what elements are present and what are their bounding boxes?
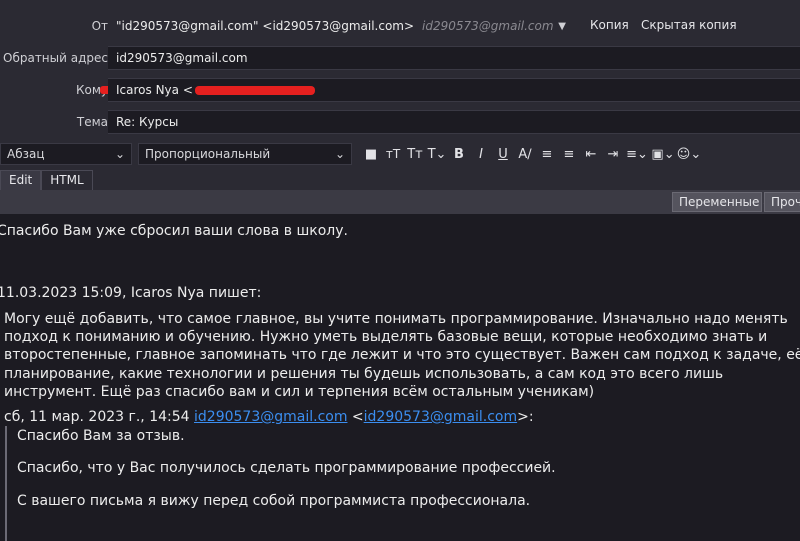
to-field[interactable]: Icaros Nya < bbox=[108, 78, 800, 102]
variables-strip: Переменные ⌄ Проче bbox=[0, 190, 800, 214]
underline-icon[interactable]: U bbox=[492, 143, 514, 165]
bold-icon[interactable]: B bbox=[448, 143, 470, 165]
text-color-icon[interactable]: ■ bbox=[360, 143, 382, 165]
subject-value: Re: Курсы bbox=[116, 115, 179, 129]
subject-row: Тема Re: Курсы bbox=[0, 108, 800, 136]
chevron-down-icon: ⌄ bbox=[114, 147, 125, 161]
from-select[interactable]: "id290573@gmail.com" <id290573@gmail.com… bbox=[108, 14, 572, 38]
format-toolbar: Абзац ⌄ Пропорциональный ⌄ ■ тТ Тт Т⌄ B … bbox=[0, 140, 800, 168]
quote-line: подход к пониманию и обучению. Нужно уме… bbox=[4, 329, 768, 345]
other-button[interactable]: Проче bbox=[764, 192, 800, 212]
reply-to-row: Обратный адрес id290573@gmail.com bbox=[0, 44, 800, 72]
subject-field[interactable]: Re: Курсы bbox=[108, 110, 800, 134]
inner-quote-header: сб, 11 мар. 2023 г., 14:54 id290573@gmai… bbox=[4, 408, 534, 427]
reply-line: Спасибо Вам уже сбросил ваши слова в шко… bbox=[0, 223, 348, 239]
inner-suffix: >: bbox=[517, 409, 534, 425]
paragraph-select[interactable]: Абзац ⌄ bbox=[0, 143, 132, 165]
variables-button[interactable]: Переменные ⌄ bbox=[672, 192, 771, 212]
email-link[interactable]: id290573@gmail.com bbox=[364, 409, 517, 425]
quote-line: второстепенные, главное запоминать что г… bbox=[4, 347, 800, 363]
other-label: Проче bbox=[771, 195, 800, 209]
cc-button[interactable]: Копия bbox=[590, 18, 629, 32]
reply-to-value: id290573@gmail.com bbox=[116, 51, 248, 65]
chevron-down-icon: ⌄ bbox=[334, 147, 345, 161]
emoji-icon[interactable]: ☺⌄ bbox=[676, 143, 702, 165]
redacted-email bbox=[194, 85, 315, 95]
to-value: Icaros Nya < bbox=[116, 83, 193, 97]
quote-bar bbox=[5, 426, 7, 541]
from-label: От bbox=[91, 19, 108, 33]
editor-tabs: Edit HTML bbox=[0, 170, 93, 190]
chevron-down-icon: ▼ bbox=[558, 20, 566, 32]
inner-line: Спасибо, что у Вас получилось сделать пр… bbox=[17, 460, 556, 476]
subject-label: Тема bbox=[76, 115, 108, 129]
font-select-label: Пропорциональный bbox=[145, 147, 271, 161]
reply-to-field[interactable]: id290573@gmail.com bbox=[108, 46, 800, 70]
paragraph-select-label: Абзац bbox=[7, 147, 45, 161]
font-smaller-icon[interactable]: тТ bbox=[382, 143, 404, 165]
variables-label: Переменные bbox=[679, 195, 760, 209]
text-style-icon[interactable]: Т⌄ bbox=[426, 143, 448, 165]
from-row: От "id290573@gmail.com" <id290573@gmail.… bbox=[0, 12, 800, 40]
quote-header: 11.03.2023 15:09, Icaros Nya пишет: bbox=[0, 285, 262, 301]
numbered-list-icon[interactable]: ≡ bbox=[558, 143, 580, 165]
inner-header-prefix: сб, 11 мар. 2023 г., 14:54 bbox=[4, 409, 195, 425]
italic-icon[interactable]: I bbox=[470, 143, 492, 165]
font-larger-icon[interactable]: Тт bbox=[404, 143, 426, 165]
from-value: "id290573@gmail.com" <id290573@gmail.com… bbox=[116, 19, 415, 33]
quote-line: планирование, какие технологии и решения… bbox=[4, 366, 724, 382]
inner-line: С вашего письма я вижу перед собой прогр… bbox=[17, 493, 531, 509]
clear-format-icon[interactable]: A∕ bbox=[514, 143, 536, 165]
indent-icon[interactable]: ⇥ bbox=[602, 143, 624, 165]
quote-line: инструмент. Ещё раз спасибо вам и сил и … bbox=[4, 384, 595, 400]
inner-line: Спасибо Вам за отзыв. bbox=[17, 428, 185, 444]
to-row: Кому Icaros Nya < bbox=[0, 76, 800, 104]
bcc-button[interactable]: Скрытая копия bbox=[641, 18, 737, 32]
outdent-icon[interactable]: ⇤ bbox=[580, 143, 602, 165]
tab-html[interactable]: HTML bbox=[41, 170, 93, 190]
insert-image-icon[interactable]: ▣⌄ bbox=[650, 143, 676, 165]
quote-line: Могу ещё добавить, что самое главное, вы… bbox=[4, 311, 788, 327]
tab-edit[interactable]: Edit bbox=[0, 170, 42, 190]
inner-lt: < bbox=[347, 409, 364, 425]
align-icon[interactable]: ≡⌄ bbox=[624, 143, 650, 165]
email-link[interactable]: id290573@gmail.com bbox=[194, 409, 347, 425]
font-select[interactable]: Пропорциональный ⌄ bbox=[138, 143, 352, 165]
message-body[interactable]: Спасибо Вам уже сбросил ваши слова в шко… bbox=[0, 214, 800, 541]
from-hint: id290573@gmail.com bbox=[422, 19, 554, 33]
bullet-list-icon[interactable]: ≡ bbox=[536, 143, 558, 165]
reply-to-label: Обратный адрес bbox=[3, 51, 108, 65]
